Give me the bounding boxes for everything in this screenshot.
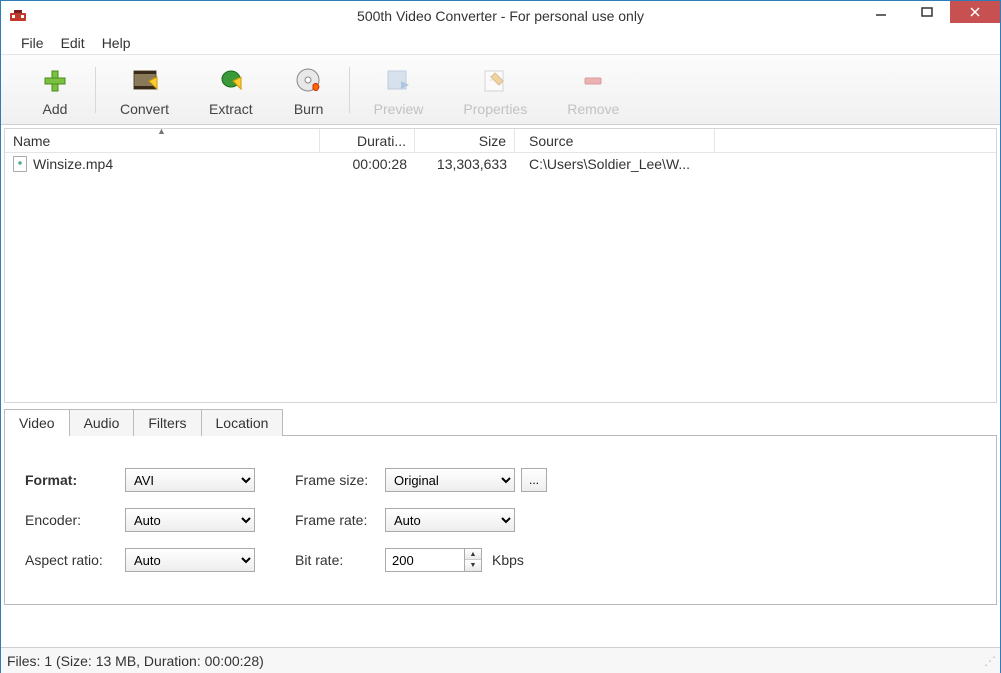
maximize-button[interactable] xyxy=(904,1,950,23)
minus-icon xyxy=(577,65,609,97)
preview-button[interactable]: Preview xyxy=(354,61,444,119)
burn-label: Burn xyxy=(294,101,324,117)
framesize-label: Frame size: xyxy=(295,472,385,488)
column-source[interactable]: Source xyxy=(515,129,715,152)
file-source: C:\Users\Soldier_Lee\W... xyxy=(515,153,715,175)
convert-button[interactable]: Convert xyxy=(100,61,189,119)
settings-tabs: Video Audio Filters Location Format: AVI… xyxy=(4,408,997,605)
framerate-label: Frame rate: xyxy=(295,512,385,528)
convert-label: Convert xyxy=(120,101,169,117)
app-icon xyxy=(9,7,27,25)
file-name: Winsize.mp4 xyxy=(33,156,113,172)
titlebar: 500th Video Converter - For personal use… xyxy=(1,1,1000,31)
file-list: ▲ Name Durati... Size Source Winsize.mp4… xyxy=(4,128,997,403)
extract-label: Extract xyxy=(209,101,253,117)
preview-label: Preview xyxy=(374,101,424,117)
encoder-label: Encoder: xyxy=(25,512,125,528)
burn-button[interactable]: Burn xyxy=(273,61,345,119)
close-button[interactable] xyxy=(950,1,1000,23)
window-title: 500th Video Converter - For personal use… xyxy=(357,8,644,24)
preview-icon xyxy=(383,65,415,97)
framesize-more-button[interactable]: ... xyxy=(521,468,547,492)
add-button[interactable]: Add xyxy=(19,61,91,119)
format-select[interactable]: AVI xyxy=(125,468,255,492)
file-duration: 00:00:28 xyxy=(320,153,415,175)
framerate-select[interactable]: Auto xyxy=(385,508,515,532)
file-size: 13,303,633 xyxy=(415,153,515,175)
bitrate-down-button[interactable]: ▼ xyxy=(465,560,481,571)
tab-location[interactable]: Location xyxy=(201,409,284,436)
encoder-select[interactable]: Auto xyxy=(125,508,255,532)
bitrate-up-button[interactable]: ▲ xyxy=(465,549,481,560)
separator xyxy=(95,67,96,113)
add-label: Add xyxy=(43,101,68,117)
tab-filters[interactable]: Filters xyxy=(133,409,201,436)
column-empty xyxy=(715,129,996,152)
tab-content-video: Format: AVI Frame size: Original ... Enc… xyxy=(4,435,997,605)
leaf-icon xyxy=(215,65,247,97)
sort-indicator-icon: ▲ xyxy=(157,126,166,136)
menubar: File Edit Help xyxy=(1,31,1000,55)
remove-label: Remove xyxy=(567,101,619,117)
separator xyxy=(349,67,350,113)
video-file-icon xyxy=(13,156,27,172)
tab-video[interactable]: Video xyxy=(4,409,70,436)
status-text: Files: 1 (Size: 13 MB, Duration: 00:00:2… xyxy=(7,653,264,669)
bitrate-label: Bit rate: xyxy=(295,552,385,568)
list-body[interactable]: Winsize.mp4 00:00:28 13,303,633 C:\Users… xyxy=(5,153,996,402)
format-label: Format: xyxy=(25,472,125,488)
extract-button[interactable]: Extract xyxy=(189,61,273,119)
column-duration[interactable]: Durati... xyxy=(320,129,415,152)
film-icon xyxy=(129,65,161,97)
disc-icon xyxy=(293,65,325,97)
aspect-label: Aspect ratio: xyxy=(25,552,125,568)
pencil-icon xyxy=(479,65,511,97)
list-item[interactable]: Winsize.mp4 00:00:28 13,303,633 C:\Users… xyxy=(5,153,996,175)
framesize-select[interactable]: Original xyxy=(385,468,515,492)
column-size[interactable]: Size xyxy=(415,129,515,152)
list-header: ▲ Name Durati... Size Source xyxy=(5,129,996,153)
statusbar: Files: 1 (Size: 13 MB, Duration: 00:00:2… xyxy=(1,647,1000,673)
properties-button[interactable]: Properties xyxy=(443,61,547,119)
tab-audio[interactable]: Audio xyxy=(69,409,135,436)
menu-help[interactable]: Help xyxy=(94,32,139,54)
remove-button[interactable]: Remove xyxy=(547,61,639,119)
properties-label: Properties xyxy=(463,101,527,117)
plus-icon xyxy=(39,65,71,97)
menu-file[interactable]: File xyxy=(13,32,52,54)
bitrate-input[interactable] xyxy=(385,548,465,572)
aspect-select[interactable]: Auto xyxy=(125,548,255,572)
bitrate-unit: Kbps xyxy=(492,552,524,568)
toolbar: Add Convert Extract Burn Preview Propert… xyxy=(1,55,1000,125)
resize-grip-icon[interactable]: ⋰ xyxy=(984,654,996,668)
minimize-button[interactable] xyxy=(858,1,904,23)
menu-edit[interactable]: Edit xyxy=(53,32,93,54)
